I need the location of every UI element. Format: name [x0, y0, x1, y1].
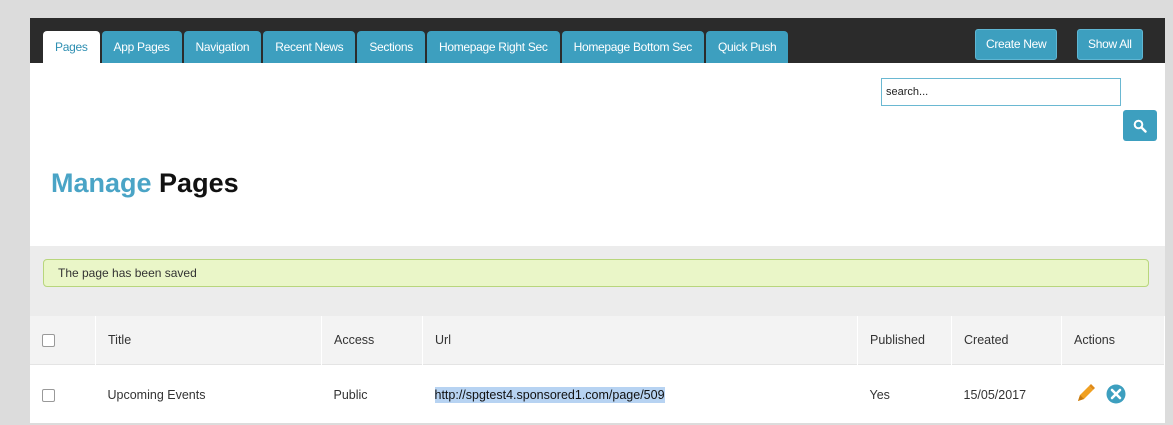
tab-sections[interactable]: Sections: [357, 31, 425, 63]
pencil-icon: [1074, 383, 1096, 405]
tab-list: Pages App Pages Navigation Recent News S…: [43, 31, 788, 63]
delete-button[interactable]: [1105, 383, 1127, 408]
tab-pages[interactable]: Pages: [43, 31, 100, 63]
search-icon: [1133, 119, 1147, 133]
alert-message: The page has been saved: [58, 266, 197, 280]
page-title: Manage Pages: [51, 168, 239, 199]
tab-recent-news[interactable]: Recent News: [263, 31, 355, 63]
column-header-published[interactable]: Published: [858, 316, 952, 365]
success-alert: The page has been saved: [43, 259, 1149, 287]
cell-created: 15/05/2017: [952, 365, 1062, 425]
cell-access: Public: [322, 365, 423, 425]
delete-icon: [1105, 383, 1127, 405]
cell-actions: [1062, 365, 1165, 425]
create-new-button[interactable]: Create New: [975, 29, 1057, 60]
column-header-access[interactable]: Access: [322, 316, 423, 365]
tab-homepage-bottom-sec[interactable]: Homepage Bottom Sec: [562, 31, 704, 63]
tab-quick-push[interactable]: Quick Push: [706, 31, 788, 63]
search-input[interactable]: [881, 78, 1121, 106]
cell-url: http://spgtest4.sponsored1.com/page/509: [423, 365, 858, 425]
show-all-button[interactable]: Show All: [1077, 29, 1143, 60]
row-select-cell: [30, 365, 96, 425]
tab-homepage-right-sec[interactable]: Homepage Right Sec: [427, 31, 560, 63]
edit-button[interactable]: [1074, 383, 1096, 408]
select-all-cell: [30, 316, 96, 365]
page-title-accent: Manage: [51, 168, 152, 198]
row-checkbox[interactable]: [42, 389, 55, 402]
url-text[interactable]: http://spgtest4.sponsored1.com/page/509: [435, 387, 665, 403]
tab-navigation[interactable]: Navigation: [184, 31, 262, 63]
admin-panel: Pages App Pages Navigation Recent News S…: [30, 18, 1165, 423]
cell-published: Yes: [858, 365, 952, 425]
page-title-rest: Pages: [159, 168, 239, 198]
cell-title: Upcoming Events: [96, 365, 322, 425]
table-header-row: Title Access Url Published Created Actio…: [30, 316, 1165, 365]
pages-table: Title Access Url Published Created Actio…: [30, 316, 1165, 425]
select-all-checkbox[interactable]: [42, 334, 55, 347]
column-header-url[interactable]: Url: [423, 316, 858, 365]
tab-app-pages[interactable]: App Pages: [102, 31, 182, 63]
column-header-created[interactable]: Created: [952, 316, 1062, 365]
search-button[interactable]: [1123, 110, 1157, 141]
column-header-actions: Actions: [1062, 316, 1165, 365]
tab-bar: Pages App Pages Navigation Recent News S…: [30, 18, 1165, 63]
table-row: Upcoming Events Public http://spgtest4.s…: [30, 365, 1165, 425]
column-header-title[interactable]: Title: [96, 316, 322, 365]
